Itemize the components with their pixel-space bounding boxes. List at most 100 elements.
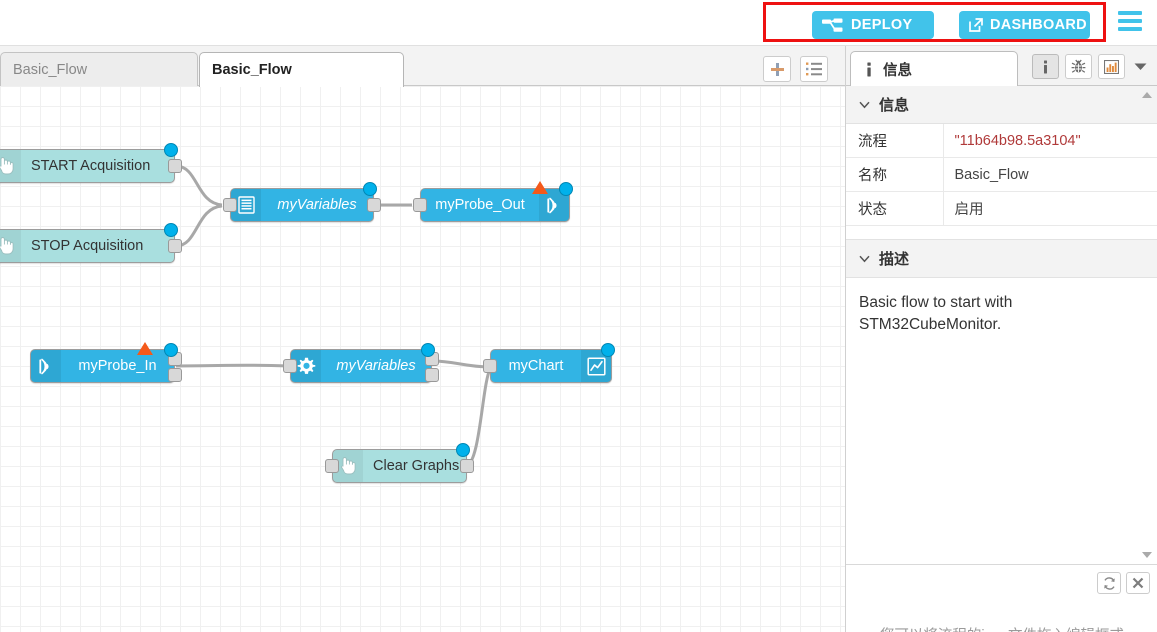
add-flow-button[interactable] (763, 56, 791, 82)
node-warning-icon (137, 342, 153, 355)
port-out-2[interactable] (425, 368, 439, 382)
port-in[interactable] (483, 359, 497, 373)
list-icon (806, 62, 822, 76)
port-out[interactable] (168, 239, 182, 253)
info-section-header[interactable]: 信息 (846, 86, 1157, 124)
sidebar-tool-info-button[interactable] (1032, 54, 1059, 79)
flow-tab-1[interactable]: Basic_Flow (0, 52, 198, 86)
section-divider (846, 226, 1157, 240)
description-section-title: 描述 (879, 251, 910, 268)
info-row-status-value: 启用 (942, 191, 1157, 226)
sidebar-content: 信息 流程 "11b64b98.5a3104" 名称 Basic_Flow 状态… (846, 86, 1157, 564)
node-my-chart-label: myChart (508, 358, 564, 374)
flow-tab-1-label: Basic_Flow (13, 61, 88, 78)
flow-canvas[interactable]: START Acquisition STOP Acquisition myVar… (0, 86, 845, 632)
description-section-header[interactable]: 描述 (846, 240, 1157, 278)
info-icon (863, 62, 875, 77)
node-my-probe-out[interactable]: myProbe_Out (413, 181, 573, 222)
node-my-variables-top-label: myVariables (277, 197, 357, 213)
node-status-dot (601, 343, 615, 357)
info-row-status-key: 状态 (846, 191, 943, 226)
sidebar-dropdown-caret[interactable] (1131, 57, 1149, 77)
refresh-icon (1103, 576, 1116, 590)
click-pointer-icon (0, 230, 21, 262)
node-status-dot (164, 343, 178, 357)
refresh-button[interactable] (1097, 572, 1121, 594)
close-button[interactable] (1126, 572, 1150, 594)
debug-bug-icon (1071, 59, 1086, 74)
plus-icon (770, 62, 785, 77)
deploy-button-group-highlight: DEPLOY DASHBOARD (763, 2, 1106, 42)
sidebar-tool-chart-button[interactable] (1098, 54, 1125, 79)
node-clear-graphs[interactable]: Clear Graphs (325, 443, 474, 483)
description-text: Basic flow to start with STM32CubeMonito… (859, 294, 1013, 334)
info-row-name-key: 名称 (846, 157, 943, 192)
node-stop-acquisition-label: STOP Acquisition (31, 238, 144, 254)
node-my-probe-in-label: myProbe_In (78, 358, 157, 374)
chevron-down-icon (859, 101, 870, 109)
node-my-chart[interactable]: myChart (483, 343, 615, 383)
node-clear-graphs-label: Clear Graphs (373, 458, 460, 474)
sidebar-scroll-up-arrow-icon[interactable] (1142, 92, 1152, 98)
node-my-probe-in[interactable]: myProbe_In (30, 342, 182, 383)
sidebar-tool-buttons (1032, 54, 1149, 79)
port-in[interactable] (325, 459, 339, 473)
deploy-button-label: DEPLOY (851, 17, 913, 33)
node-status-dot (363, 182, 377, 196)
port-out[interactable] (367, 198, 381, 212)
port-out[interactable] (168, 159, 182, 173)
sidebar-tab-info[interactable]: 信息 (850, 51, 1018, 86)
sidebar-tab-row: 信息 (846, 46, 1157, 86)
port-out-2[interactable] (168, 368, 182, 382)
top-header: DEPLOY DASHBOARD (0, 0, 1157, 46)
node-start-acquisition-label: START Acquisition (31, 158, 151, 174)
dashboard-button[interactable]: DASHBOARD (959, 11, 1090, 39)
info-icon (1040, 60, 1051, 74)
info-section-title: 信息 (879, 97, 910, 114)
port-in[interactable] (283, 359, 297, 373)
node-my-variables-bottom[interactable]: myVariables (283, 343, 439, 383)
dashboard-button-label: DASHBOARD (990, 17, 1087, 33)
sidebar-footer-buttons (1097, 572, 1150, 594)
port-in[interactable] (223, 198, 237, 212)
flow-tab-2[interactable]: Basic_Flow (199, 52, 404, 87)
import-hint-line1: 您可以将流程的json文件拖入编辑框或 (880, 628, 1124, 632)
node-start-acquisition[interactable]: START Acquisition (0, 143, 182, 183)
flow-list-button[interactable] (800, 56, 828, 82)
click-pointer-icon (0, 150, 21, 182)
flow-tab-bar: Basic_Flow Basic_Flow (0, 46, 845, 87)
table-row: 流程 "11b64b98.5a3104" (846, 124, 1157, 158)
bar-chart-icon (1104, 59, 1119, 74)
node-status-dot (164, 223, 178, 237)
node-status-dot (456, 443, 470, 457)
node-status-dot (421, 343, 435, 357)
flow-info-table: 流程 "11b64b98.5a3104" 名称 Basic_Flow 状态 启用 (846, 124, 1157, 226)
flow-tab-2-label: Basic_Flow (212, 62, 292, 78)
external-link-icon (968, 17, 984, 33)
sidebar-scroll-down-arrow-icon[interactable] (1142, 552, 1152, 558)
table-row: 名称 Basic_Flow (846, 157, 1157, 192)
deploy-nodes-icon (822, 18, 843, 33)
deploy-button[interactable]: DEPLOY (812, 11, 934, 39)
info-row-flow-value: "11b64b98.5a3104" (942, 124, 1157, 158)
node-status-dot (559, 182, 573, 196)
port-out[interactable] (460, 459, 474, 473)
node-stop-acquisition[interactable]: STOP Acquisition (0, 223, 182, 263)
table-row: 状态 启用 (846, 191, 1157, 226)
hamburger-menu-icon[interactable] (1118, 11, 1142, 31)
node-status-dot (164, 143, 178, 157)
close-icon (1132, 577, 1144, 589)
node-my-variables-top[interactable]: myVariables (223, 182, 381, 222)
sidebar-footer: 您可以将流程的json文件拖入编辑框或 ctrl-i 来导入流程。 (846, 564, 1157, 632)
node-my-variables-bottom-label: myVariables (336, 358, 416, 374)
sidebar-tab-info-label: 信息 (883, 62, 912, 79)
app-root: DEPLOY DASHBOARD Basic_Flow Basic_Flow S… (0, 0, 1157, 632)
port-in[interactable] (413, 198, 427, 212)
broadcast-icon (31, 350, 61, 382)
right-sidebar: 信息 信息 流程 "11b64b98.5a3104" 名称 Basic_Flow… (845, 46, 1157, 632)
info-row-flow-key: 流程 (846, 124, 943, 158)
chevron-down-icon (859, 255, 870, 263)
sidebar-tool-debug-button[interactable] (1065, 54, 1092, 79)
node-warning-icon (532, 181, 548, 194)
import-hint: 您可以将流程的json文件拖入编辑框或 ctrl-i 来导入流程。 (846, 623, 1157, 632)
